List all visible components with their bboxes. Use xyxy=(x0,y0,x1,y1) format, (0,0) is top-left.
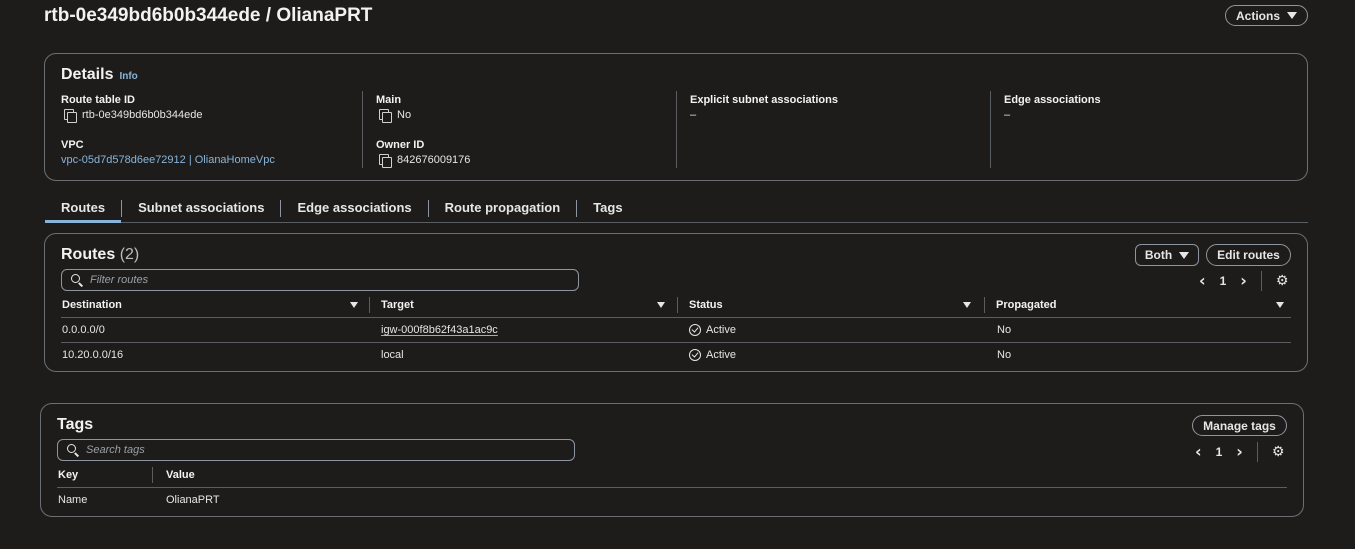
column-header-propagated[interactable]: Propagated xyxy=(996,299,1284,311)
routes-header: Routes (2) xyxy=(61,246,139,264)
explicit-subnet-value: – xyxy=(690,109,697,121)
column-header-target[interactable]: Target xyxy=(381,299,665,311)
sort-icon[interactable] xyxy=(350,302,358,308)
route-status-text: Active xyxy=(706,324,736,336)
tab-route-propagation[interactable]: Route propagation xyxy=(429,196,577,222)
chevron-left-icon[interactable]: ‹ xyxy=(1195,444,1202,460)
routes-title: Routes xyxy=(61,246,116,263)
column-divider xyxy=(677,297,678,313)
tag-key: Name xyxy=(58,494,88,506)
filter-routes-search[interactable] xyxy=(61,269,579,291)
route-filter-select[interactable]: Both xyxy=(1135,244,1199,266)
column-header-label: Status xyxy=(689,299,723,311)
manage-tags-label: Manage tags xyxy=(1203,418,1276,433)
tab-subnet-associations[interactable]: Subnet associations xyxy=(122,196,280,222)
copy-icon[interactable] xyxy=(379,154,392,168)
actions-button[interactable]: Actions xyxy=(1225,5,1308,26)
routes-count: (2) xyxy=(119,246,140,263)
route-propagated: No xyxy=(997,349,1012,361)
chevron-right-icon[interactable]: › xyxy=(1240,273,1247,289)
route-propagated: No xyxy=(997,324,1012,336)
column-header-destination[interactable]: Destination xyxy=(62,299,358,311)
vpc-link[interactable]: vpc-05d7d578d6ee72912 | OlianaHomeVpc xyxy=(61,154,275,166)
column-header-label: Destination xyxy=(62,299,122,311)
main-label: Main xyxy=(376,94,402,106)
owner-id-text: 842676009176 xyxy=(397,154,471,166)
owner-id-value: 842676009176 xyxy=(379,154,471,168)
routes-pagination: ‹ 1 › ⚙ xyxy=(1199,271,1288,291)
manage-tags-button[interactable]: Manage tags xyxy=(1192,415,1287,436)
route-destination: 0.0.0.0/0 xyxy=(62,324,105,336)
column-header-label: Propagated xyxy=(996,299,1057,311)
main-value-text: No xyxy=(397,109,412,121)
route-status: Active xyxy=(689,349,736,361)
route-table-id-value: rtb-0e349bd6b0b344ede xyxy=(64,109,203,123)
owner-id-label: Owner ID xyxy=(376,139,425,151)
tags-title: Tags xyxy=(57,416,94,433)
tab-tags[interactable]: Tags xyxy=(577,196,638,222)
chevron-right-icon[interactable]: › xyxy=(1236,444,1243,460)
search-icon xyxy=(67,444,79,456)
tags-page-number[interactable]: 1 xyxy=(1216,445,1223,459)
search-tags-input[interactable] xyxy=(86,444,543,456)
actions-label: Actions xyxy=(1235,8,1280,23)
pagination-divider xyxy=(1260,271,1262,291)
tab-edge-associations[interactable]: Edge associations xyxy=(281,196,427,222)
gear-icon[interactable]: ⚙ xyxy=(1272,445,1285,459)
search-icon xyxy=(71,274,83,286)
pagination-divider xyxy=(1256,442,1258,462)
route-destination: 10.20.0.0/16 xyxy=(62,349,124,361)
sort-icon[interactable] xyxy=(963,302,971,308)
column-divider xyxy=(676,91,677,168)
column-header-value[interactable]: Value xyxy=(166,469,195,481)
tab-bar: Routes Subnet associations Edge associat… xyxy=(45,196,1308,223)
caret-down-icon xyxy=(1287,12,1297,19)
gear-icon[interactable]: ⚙ xyxy=(1276,274,1289,288)
route-table-id-text: rtb-0e349bd6b0b344ede xyxy=(82,109,203,121)
route-target-link[interactable]: igw-000f8b62f43a1ac9c xyxy=(381,324,498,336)
sort-icon[interactable] xyxy=(1276,302,1284,308)
edit-routes-label: Edit routes xyxy=(1217,248,1280,262)
check-circle-icon xyxy=(689,324,701,336)
column-header-status[interactable]: Status xyxy=(689,299,971,311)
table-divider xyxy=(61,317,1291,318)
route-target: local xyxy=(381,349,404,361)
copy-icon[interactable] xyxy=(64,109,77,123)
column-header-label: Target xyxy=(381,299,414,311)
tag-value: OlianaPRT xyxy=(166,494,220,506)
check-circle-icon xyxy=(689,349,701,361)
sort-icon[interactable] xyxy=(657,302,665,308)
route-table-id-label: Route table ID xyxy=(61,94,135,106)
route-status-text: Active xyxy=(706,349,736,361)
column-divider xyxy=(990,91,991,168)
column-divider xyxy=(369,297,370,313)
column-divider xyxy=(984,297,985,313)
page-title: rtb-0e349bd6b0b344ede / OlianaPRT xyxy=(44,5,373,26)
info-link[interactable]: Info xyxy=(119,71,137,82)
edge-assoc-value: – xyxy=(1004,109,1011,121)
table-row-divider xyxy=(61,342,1291,343)
edit-routes-button[interactable]: Edit routes xyxy=(1206,244,1291,266)
column-divider xyxy=(362,91,363,168)
filter-routes-input[interactable] xyxy=(90,274,547,286)
route-status: Active xyxy=(689,324,736,336)
copy-icon[interactable] xyxy=(379,109,392,123)
chevron-left-icon[interactable]: ‹ xyxy=(1199,273,1206,289)
vpc-label: VPC xyxy=(61,139,84,151)
tags-pagination: ‹ 1 › ⚙ xyxy=(1195,442,1284,462)
table-divider xyxy=(57,487,1287,488)
details-header: Details Info xyxy=(61,66,138,84)
search-tags-search[interactable] xyxy=(57,439,575,461)
column-divider xyxy=(152,467,153,483)
routes-page-number[interactable]: 1 xyxy=(1220,274,1227,288)
edge-assoc-label: Edge associations xyxy=(1004,94,1101,106)
caret-down-icon xyxy=(1179,251,1190,259)
explicit-subnet-label: Explicit subnet associations xyxy=(690,94,838,106)
main-value: No xyxy=(379,109,412,123)
column-header-key[interactable]: Key xyxy=(58,469,78,481)
details-title: Details xyxy=(61,66,114,83)
route-filter-label: Both xyxy=(1144,248,1173,262)
tab-routes[interactable]: Routes xyxy=(45,196,122,223)
